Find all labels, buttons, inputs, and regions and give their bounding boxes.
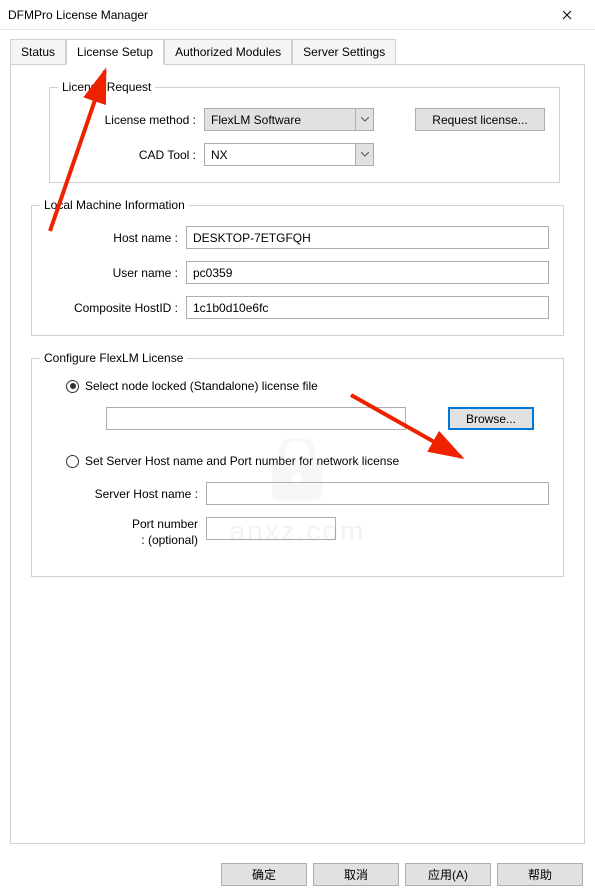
composite-hostid-value: 1c1b0d10e6fc: [193, 301, 268, 315]
host-name-label: Host name :: [46, 231, 186, 245]
tab-panel: License Request License method : FlexLM …: [10, 64, 585, 844]
cad-tool-dropdown[interactable]: NX: [204, 143, 374, 166]
apply-button[interactable]: 应用(A): [405, 863, 491, 886]
window-title: DFMPro License Manager: [8, 8, 547, 22]
help-button[interactable]: 帮助: [497, 863, 583, 886]
chevron-down-icon: [355, 109, 373, 130]
license-file-field[interactable]: [106, 407, 406, 430]
chevron-down-icon: [355, 144, 373, 165]
radio-server-label: Set Server Host name and Port number for…: [85, 454, 399, 468]
cad-tool-value: NX: [211, 148, 228, 162]
ok-button[interactable]: 确定: [221, 863, 307, 886]
cancel-button[interactable]: 取消: [313, 863, 399, 886]
dialog-footer: 确定 取消 应用(A) 帮助: [0, 863, 595, 886]
user-name-value: pc0359: [193, 266, 232, 280]
tab-license-setup[interactable]: License Setup: [66, 39, 164, 65]
server-host-label: Server Host name :: [46, 487, 206, 501]
composite-hostid-label: Composite HostID :: [46, 301, 186, 315]
composite-hostid-field[interactable]: 1c1b0d10e6fc: [186, 296, 549, 319]
cad-tool-label: CAD Tool :: [64, 148, 204, 162]
license-method-dropdown[interactable]: FlexLM Software: [204, 108, 374, 131]
user-name-label: User name :: [46, 266, 186, 280]
close-button[interactable]: [547, 0, 587, 30]
radio-server-row[interactable]: Set Server Host name and Port number for…: [46, 454, 549, 468]
license-method-value: FlexLM Software: [211, 113, 301, 127]
group-local-machine: Local Machine Information Host name : DE…: [31, 205, 564, 336]
close-icon: [562, 10, 572, 20]
content-area: Status License Setup Authorized Modules …: [0, 30, 595, 844]
radio-node-locked[interactable]: [66, 380, 79, 393]
group-title-configure: Configure FlexLM License: [40, 351, 187, 365]
titlebar: DFMPro License Manager: [0, 0, 595, 30]
group-license-request: License Request License method : FlexLM …: [49, 87, 560, 183]
request-license-button[interactable]: Request license...: [415, 108, 545, 131]
radio-node-locked-row[interactable]: Select node locked (Standalone) license …: [46, 379, 549, 393]
port-number-field[interactable]: [206, 517, 336, 540]
port-number-label: Port number : (optional): [46, 517, 206, 548]
tab-server-settings[interactable]: Server Settings: [292, 39, 396, 65]
browse-button[interactable]: Browse...: [448, 407, 534, 430]
user-name-field[interactable]: pc0359: [186, 261, 549, 284]
radio-server[interactable]: [66, 455, 79, 468]
license-method-label: License method :: [64, 113, 204, 127]
tab-bar: Status License Setup Authorized Modules …: [10, 39, 585, 65]
host-name-value: DESKTOP-7ETGFQH: [193, 231, 311, 245]
group-configure-flexlm: Configure FlexLM License Select node loc…: [31, 358, 564, 577]
group-title-local-machine: Local Machine Information: [40, 198, 189, 212]
radio-node-locked-label: Select node locked (Standalone) license …: [85, 379, 318, 393]
server-host-field[interactable]: [206, 482, 549, 505]
tab-status[interactable]: Status: [10, 39, 66, 65]
host-name-field[interactable]: DESKTOP-7ETGFQH: [186, 226, 549, 249]
group-title-license-request: License Request: [58, 80, 155, 94]
tab-authorized-modules[interactable]: Authorized Modules: [164, 39, 292, 65]
